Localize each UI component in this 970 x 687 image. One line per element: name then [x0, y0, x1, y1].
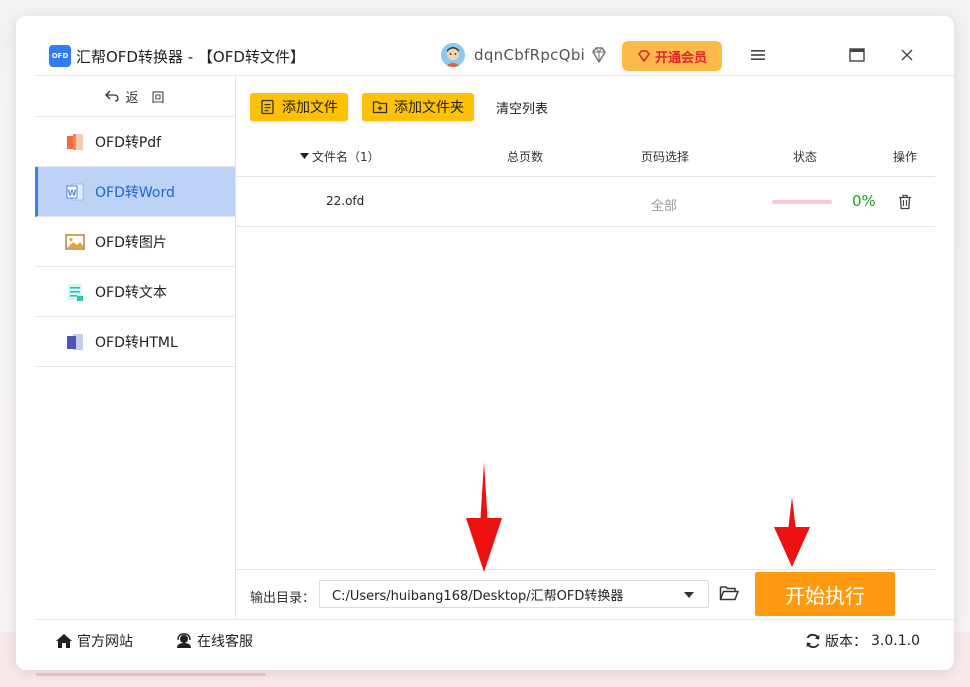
vip-button-label: 开通会员: [654, 50, 707, 66]
app-title: 汇帮OFD转换器 - 【OFD转文件】: [76, 48, 305, 66]
row-filename: 22.ofd: [326, 194, 365, 208]
back-arrow-icon: [105, 90, 120, 102]
vip-diamond-icon: [638, 50, 650, 62]
sidebar-item-label: OFD转图片: [95, 234, 167, 251]
text-icon: [68, 283, 83, 301]
sidebar-item-label: OFD转HTML: [95, 334, 178, 351]
add-file-button[interactable]: 添加文件: [250, 93, 348, 121]
maximize-button[interactable]: [847, 46, 867, 64]
diamond-icon[interactable]: [590, 46, 608, 64]
annotation-arrow-icon: [466, 462, 502, 572]
background-bar: [36, 673, 266, 676]
html-icon: [67, 333, 83, 350]
sidebar-item-word[interactable]: W OFD转Word: [35, 167, 235, 217]
table-header: 文件名（1） 总页数 页码选择 状态 操作: [235, 136, 935, 177]
version-value: 3.0.1.0: [871, 633, 920, 649]
headset-icon: [177, 633, 191, 648]
add-folder-button[interactable]: 添加文件夹: [362, 93, 474, 121]
row-status-percent: 0%: [852, 192, 876, 210]
close-icon: [901, 49, 913, 61]
support-link[interactable]: 在线客服: [175, 631, 253, 651]
output-path-select[interactable]: C:/Users/huibang168/Desktop/汇帮OFD转换器: [319, 580, 709, 608]
close-button[interactable]: [897, 46, 917, 64]
header-action: 操作: [893, 150, 918, 164]
title-bar: OFD 汇帮OFD转换器 - 【OFD转文件】 dqnCbfRpcQbi 开通会…: [16, 16, 954, 76]
header-filename-label: 文件名（1）: [312, 150, 380, 164]
avatar-face-icon: [441, 43, 465, 67]
header-filename[interactable]: 文件名（1）: [300, 148, 380, 165]
start-button[interactable]: 开始执行: [755, 572, 895, 616]
output-bar: 输出目录： C:/Users/huibang168/Desktop/汇帮OFD转…: [235, 569, 935, 620]
sidebar-item-label: OFD转文本: [95, 284, 167, 301]
add-file-label: 添加文件: [282, 100, 338, 116]
header-page-select: 页码选择: [641, 150, 690, 164]
support-label: 在线客服: [197, 634, 253, 650]
hamburger-icon: [751, 50, 765, 60]
output-label: 输出目录：: [250, 591, 316, 606]
pdf-icon: [67, 133, 83, 150]
username: dqnCbfRpcQbi: [474, 46, 586, 64]
table-row[interactable]: 22.ofd 全部 0%: [235, 177, 935, 227]
menu-button[interactable]: [748, 46, 768, 64]
folder-open-icon[interactable]: [719, 584, 739, 602]
annotation-arrow-icon: [774, 497, 810, 567]
add-folder-label: 添加文件夹: [394, 100, 464, 116]
sidebar-item-pdf[interactable]: OFD转Pdf: [35, 117, 235, 167]
sidebar: 返 回 OFD转Pdf W OFD转Word OFD转图片 OFD转文本 OFD…: [35, 76, 236, 619]
version-info[interactable]: 版本： 3.0.1.0: [805, 631, 920, 651]
footer: 官方网站 在线客服 版本： 3.0.1.0: [35, 619, 954, 660]
back-button[interactable]: 返 回: [35, 76, 235, 117]
sidebar-item-html[interactable]: OFD转HTML: [35, 317, 235, 367]
vip-button[interactable]: 开通会员: [622, 41, 722, 71]
home-icon: [56, 634, 72, 648]
website-link[interactable]: 官方网站: [55, 631, 133, 651]
avatar[interactable]: [441, 43, 465, 67]
back-button-label: 返 回: [125, 90, 165, 106]
trash-icon[interactable]: [898, 194, 912, 210]
chevron-down-icon: [684, 592, 694, 598]
header-status: 状态: [793, 150, 818, 164]
version-label: 版本：: [825, 634, 867, 650]
add-file-icon: [261, 99, 274, 115]
sidebar-item-label: OFD转Word: [95, 184, 175, 201]
website-label: 官方网站: [77, 634, 133, 650]
refresh-icon: [806, 633, 820, 649]
image-icon: [65, 233, 85, 250]
sidebar-item-image[interactable]: OFD转图片: [35, 217, 235, 267]
sidebar-item-text[interactable]: OFD转文本: [35, 267, 235, 317]
sort-down-icon: [300, 153, 309, 159]
clear-list-button[interactable]: 清空列表: [496, 98, 548, 117]
word-icon: W: [66, 183, 84, 200]
header-pages: 总页数: [507, 150, 544, 164]
sidebar-item-label: OFD转Pdf: [95, 134, 162, 151]
add-folder-icon: [372, 101, 388, 114]
main-panel: 添加文件 添加文件夹 清空列表 文件名（1） 总页数 页码选择 状态 操作 22…: [235, 76, 935, 619]
maximize-icon: [849, 48, 865, 62]
row-progress-bar: [772, 200, 832, 204]
svg-text:W: W: [68, 188, 77, 197]
output-path-value: C:/Users/huibang168/Desktop/汇帮OFD转换器: [332, 588, 624, 604]
row-page-select[interactable]: 全部: [651, 195, 677, 214]
app-logo: OFD: [49, 45, 71, 67]
